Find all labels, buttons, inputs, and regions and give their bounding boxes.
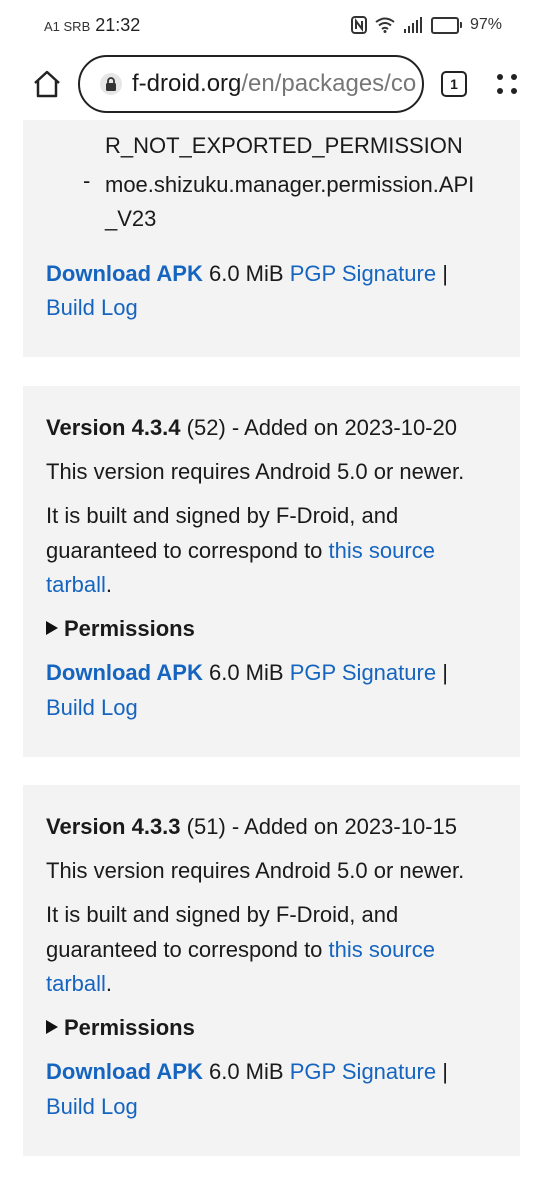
url-host: f-droid.org bbox=[132, 70, 242, 97]
permission-item: moe.shizuku.manager.permission.API bbox=[105, 172, 475, 197]
home-icon bbox=[34, 70, 60, 98]
added-date: - Added on 2023-10-20 bbox=[231, 415, 457, 440]
android-requirement: This version requires Android 5.0 or new… bbox=[46, 459, 465, 484]
download-apk-link[interactable]: Download APK bbox=[46, 1059, 203, 1084]
url-path: /en/packages/co bbox=[241, 70, 417, 97]
page-content: R_NOT_EXPORTED_PERMISSION - moe.shizuku.… bbox=[0, 120, 542, 1200]
build-log-row: Build Log bbox=[46, 290, 138, 325]
separator: | bbox=[442, 1059, 448, 1084]
separator: | bbox=[442, 660, 448, 685]
list-bullet: - bbox=[83, 168, 91, 193]
version-card-partial: R_NOT_EXPORTED_PERMISSION - moe.shizuku.… bbox=[23, 120, 520, 357]
build-info-line: It is built and signed by F-Droid, and bbox=[46, 503, 399, 528]
pgp-signature-link[interactable]: PGP Signature bbox=[290, 660, 436, 685]
version-code: (51) bbox=[186, 814, 226, 839]
source-tarball-link[interactable]: this source bbox=[329, 937, 435, 962]
status-right: 97% bbox=[350, 16, 502, 34]
pgp-signature-link[interactable]: PGP Signature bbox=[290, 1059, 436, 1084]
permissions-toggle[interactable]: Permissions bbox=[46, 1010, 195, 1045]
version-card: Version 4.3.4 (52) - Added on 2023-10-20… bbox=[23, 386, 520, 757]
permissions-label: Permissions bbox=[64, 1015, 195, 1040]
period: . bbox=[105, 572, 113, 597]
source-tarball-link[interactable]: this source bbox=[329, 538, 435, 563]
apk-size: 6.0 MiB bbox=[208, 261, 284, 286]
permission-item: R_NOT_EXPORTED_PERMISSION bbox=[105, 133, 463, 158]
build-info-text: guaranteed to correspond to bbox=[46, 937, 323, 962]
status-left: A1 SRB 21:32 bbox=[44, 15, 140, 36]
menu-icon[interactable] bbox=[494, 71, 520, 97]
build-log-link[interactable]: Build Log bbox=[46, 295, 138, 320]
download-row: Download APK 6.0 MiB PGP Signature | bbox=[46, 256, 448, 291]
wifi-icon bbox=[375, 17, 395, 33]
apk-size: 6.0 MiB bbox=[208, 660, 284, 685]
build-info-text: guaranteed to correspond to bbox=[46, 538, 323, 563]
lock-icon[interactable] bbox=[100, 73, 122, 95]
download-row: Download APK 6.0 MiB PGP Signature | bbox=[46, 655, 448, 690]
disclosure-triangle-icon bbox=[46, 621, 58, 636]
version-label: Version 4.3.3 bbox=[46, 814, 181, 839]
build-log-link[interactable]: Build Log bbox=[46, 695, 138, 720]
android-requirement: This version requires Android 5.0 or new… bbox=[46, 858, 465, 883]
download-row: Download APK 6.0 MiB PGP Signature | bbox=[46, 1054, 448, 1089]
url-text[interactable]: f-droid.org/en/packages/co bbox=[132, 70, 416, 98]
build-log-row: Build Log bbox=[46, 1089, 138, 1124]
disclosure-triangle-icon bbox=[46, 1020, 58, 1035]
version-code: (52) bbox=[186, 415, 226, 440]
permissions-label: Permissions bbox=[64, 616, 195, 641]
battery-icon bbox=[430, 16, 462, 34]
build-log-link[interactable]: Build Log bbox=[46, 1094, 138, 1119]
battery-percent: 97% bbox=[469, 16, 502, 33]
clock: 21:32 bbox=[95, 14, 141, 35]
added-date: - Added on 2023-10-15 bbox=[231, 814, 457, 839]
status-bar: A1 SRB 21:32 97% bbox=[0, 0, 542, 50]
build-info-line: guaranteed to correspond to this source bbox=[46, 533, 435, 568]
address-bar[interactable]: f-droid.org/en/packages/co bbox=[78, 55, 424, 113]
build-info-line: It is built and signed by F-Droid, and bbox=[46, 902, 399, 927]
permissions-toggle[interactable]: Permissions bbox=[46, 611, 195, 646]
period: . bbox=[105, 971, 113, 996]
home-button[interactable] bbox=[30, 67, 64, 101]
carrier-label: A1 SRB bbox=[44, 18, 91, 34]
build-log-row: Build Log bbox=[46, 690, 138, 725]
build-info-line: tarball. bbox=[46, 567, 112, 602]
build-info-line: guaranteed to correspond to this source bbox=[46, 932, 435, 967]
version-label: Version 4.3.4 bbox=[46, 415, 181, 440]
separator: | bbox=[442, 261, 448, 286]
download-apk-link[interactable]: Download APK bbox=[46, 261, 203, 286]
tab-count: 1 bbox=[450, 76, 458, 92]
nfc-icon bbox=[350, 16, 367, 34]
version-card: Version 4.3.3 (51) - Added on 2023-10-15… bbox=[23, 785, 520, 1156]
download-apk-link[interactable]: Download APK bbox=[46, 660, 203, 685]
browser-toolbar: f-droid.org/en/packages/co 1 bbox=[0, 50, 542, 120]
build-info-line: tarball. bbox=[46, 966, 112, 1001]
version-header: Version 4.3.3 (51) - Added on 2023-10-15 bbox=[46, 809, 457, 844]
source-tarball-link[interactable]: tarball bbox=[46, 572, 106, 597]
tabs-button[interactable]: 1 bbox=[441, 71, 467, 97]
permission-item-cont: _V23 bbox=[105, 206, 157, 231]
version-header: Version 4.3.4 (52) - Added on 2023-10-20 bbox=[46, 410, 457, 445]
pgp-signature-link[interactable]: PGP Signature bbox=[290, 261, 436, 286]
signal-icon bbox=[403, 17, 423, 33]
apk-size: 6.0 MiB bbox=[208, 1059, 284, 1084]
source-tarball-link[interactable]: tarball bbox=[46, 971, 106, 996]
